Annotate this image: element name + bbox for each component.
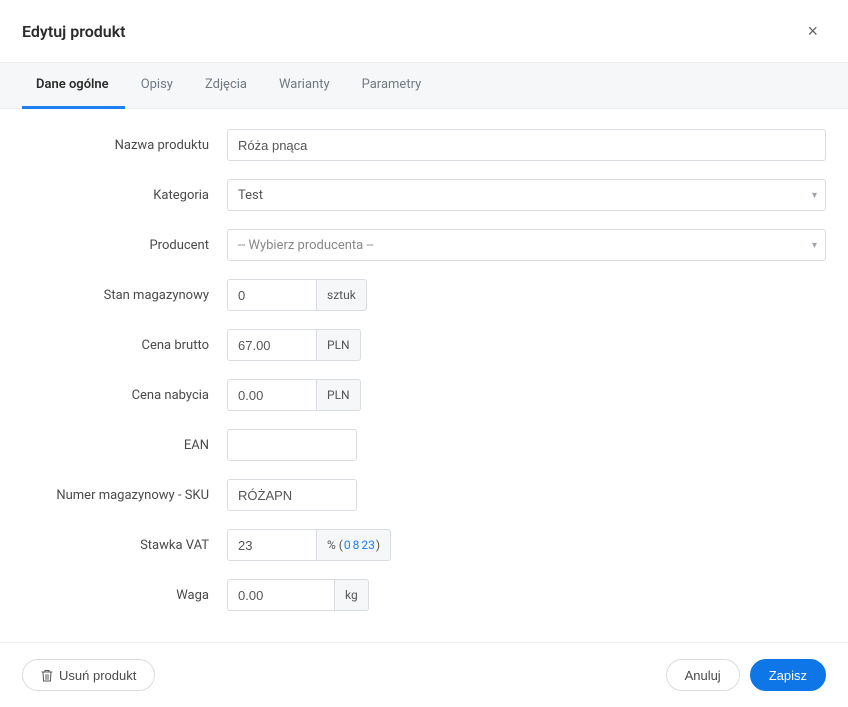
- row-purchase-price: Cena nabycia PLN: [22, 379, 826, 411]
- product-name-input[interactable]: [227, 129, 826, 161]
- weight-unit: kg: [335, 579, 369, 611]
- footer-right: Anuluj Zapisz: [666, 659, 826, 691]
- modal-footer: Usuń produkt Anuluj Zapisz: [0, 642, 848, 707]
- chevron-down-icon: ▾: [812, 240, 817, 251]
- label-stock: Stan magazynowy: [22, 288, 227, 303]
- label-sku: Numer magazynowy - SKU: [22, 488, 227, 503]
- vat-unit-prefix: % (: [327, 538, 343, 552]
- tab-parameters[interactable]: Parametry: [346, 63, 438, 109]
- cancel-label: Anuluj: [685, 668, 721, 683]
- purchase-price-input[interactable]: [227, 379, 317, 411]
- save-button[interactable]: Zapisz: [750, 659, 826, 691]
- sku-input[interactable]: [227, 479, 357, 511]
- stock-input[interactable]: [227, 279, 317, 311]
- price-gross-input[interactable]: [227, 329, 317, 361]
- price-gross-unit: PLN: [317, 329, 361, 361]
- vat-preset-0[interactable]: 0: [343, 538, 352, 552]
- row-stock: Stan magazynowy sztuk: [22, 279, 826, 311]
- row-producer: Producent -- Wybierz producenta -- ▾: [22, 229, 826, 261]
- row-price-gross: Cena brutto PLN: [22, 329, 826, 361]
- label-weight: Waga: [22, 588, 227, 603]
- tab-variants[interactable]: Warianty: [263, 63, 346, 109]
- label-ean: EAN: [22, 438, 227, 453]
- modal-header: Edytuj produkt ×: [0, 0, 848, 62]
- purchase-price-unit: PLN: [317, 379, 361, 411]
- vat-unit-suffix: ): [376, 538, 380, 552]
- close-icon[interactable]: ×: [799, 18, 826, 44]
- trash-icon: [41, 669, 53, 682]
- producer-select[interactable]: -- Wybierz producenta -- ▾: [227, 229, 826, 261]
- category-select[interactable]: Test ▾: [227, 179, 826, 211]
- vat-preset-23[interactable]: 23: [360, 538, 376, 552]
- category-selected-value: Test: [238, 188, 263, 203]
- row-ean: EAN: [22, 429, 826, 461]
- tab-general[interactable]: Dane ogólne: [22, 63, 125, 109]
- tab-photos[interactable]: Zdjęcia: [189, 63, 263, 109]
- row-vat: Stawka VAT % (0 8 23): [22, 529, 826, 561]
- edit-product-modal: Edytuj produkt × Dane ogólne Opisy Zdjęc…: [0, 0, 848, 707]
- row-weight: Waga kg: [22, 579, 826, 611]
- label-vat: Stawka VAT: [22, 538, 227, 553]
- cancel-button[interactable]: Anuluj: [666, 659, 740, 691]
- producer-selected-value: -- Wybierz producenta --: [238, 238, 374, 253]
- tab-descriptions[interactable]: Opisy: [125, 63, 189, 109]
- vat-suffix: % (0 8 23): [317, 529, 391, 561]
- delete-product-label: Usuń produkt: [59, 668, 136, 683]
- row-product-name: Nazwa produktu: [22, 129, 826, 161]
- chevron-down-icon: ▾: [812, 190, 817, 201]
- modal-title: Edytuj produkt: [22, 22, 126, 41]
- save-label: Zapisz: [769, 668, 807, 683]
- ean-input[interactable]: [227, 429, 357, 461]
- tab-bar: Dane ogólne Opisy Zdjęcia Warianty Param…: [0, 62, 848, 109]
- stock-unit: sztuk: [317, 279, 367, 311]
- form-area: Nazwa produktu Kategoria Test ▾ Producen…: [0, 109, 848, 642]
- label-price-gross: Cena brutto: [22, 338, 227, 353]
- delete-product-button[interactable]: Usuń produkt: [22, 659, 155, 691]
- row-category: Kategoria Test ▾: [22, 179, 826, 211]
- label-category: Kategoria: [22, 188, 227, 203]
- label-producer: Producent: [22, 238, 227, 253]
- vat-input[interactable]: [227, 529, 317, 561]
- row-sku: Numer magazynowy - SKU: [22, 479, 826, 511]
- label-product-name: Nazwa produktu: [22, 138, 227, 153]
- vat-preset-8[interactable]: 8: [352, 538, 361, 552]
- weight-input[interactable]: [227, 579, 335, 611]
- label-purchase-price: Cena nabycia: [22, 388, 227, 403]
